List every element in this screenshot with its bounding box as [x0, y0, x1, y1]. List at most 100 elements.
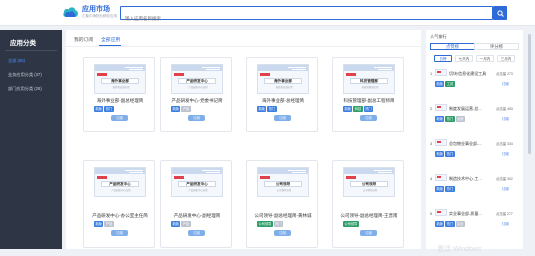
app-thumbnail: 产品研发中心 产品研发中心应用: [94, 167, 146, 197]
app-card[interactable]: 产品研发中心 产品研发中心应用 产品研发中心-办公室主任简 新版 产品 订阅: [83, 160, 155, 248]
subscribe-button[interactable]: 订阅: [188, 115, 205, 121]
thumbnail-header: [95, 168, 145, 174]
subscribe-link[interactable]: 订阅: [502, 186, 509, 191]
subscribe-button[interactable]: 订阅: [111, 230, 128, 236]
tag: 热门: [363, 106, 374, 112]
tag: 公司领导: [343, 221, 359, 227]
subscribe-button[interactable]: 订阅: [360, 115, 377, 121]
tag: 运营: [455, 116, 466, 122]
brand-badge: [346, 176, 356, 179]
tag: 实业: [455, 221, 466, 227]
thumbnail-stripe: [206, 69, 220, 70]
scrollbar-thumb[interactable]: [528, 34, 531, 154]
sidebar-divider: [5, 50, 57, 51]
thumbnail-stripe: [292, 69, 306, 70]
app-icon: [435, 104, 447, 111]
thumbnail-stripe: [125, 67, 143, 68]
view-count: 点击量 302: [496, 177, 513, 181]
app-title: 科技管理部-副总工程师简: [343, 98, 395, 103]
app-card[interactable]: 公司领导 公司领导应用 公司领导-副总经理简-王晋南 公司领导 订阅: [332, 160, 404, 248]
main-content: 我的订阅 全部应用 海外事业部 海外事业部应用 海外事业部-副总经理简 新版 热门…: [66, 30, 421, 249]
ranking-item[interactable]: 3 总包物业事业部-... 点击量 334 新版 热门 订阅: [430, 138, 520, 170]
thumbnail-stripe: [292, 172, 306, 173]
thumbnail-header: [344, 65, 394, 71]
tag-list: 新版 工具: [435, 81, 497, 87]
ranking-item[interactable]: 1 切块/信息化建设工具 点击量 273 新版 工具 订阅: [430, 68, 520, 100]
brand-badge: [174, 73, 184, 76]
ranking-item[interactable]: 5 实业事业部-质量... 点击量 277 新版 热门 实业 订阅: [430, 208, 520, 240]
app-icon: [435, 209, 447, 216]
subscribe-link[interactable]: 订阅: [502, 81, 509, 86]
sidebar-item-department[interactable]: 部门应用分类 (28): [0, 82, 62, 95]
subscribe-link[interactable]: 订阅: [502, 151, 509, 156]
app-card[interactable]: 产品研发中心 产品研发中心应用 产品研发中心-副经理简 新版 产品 订阅: [160, 160, 232, 248]
view-count: 点击量 273: [496, 72, 513, 76]
subscribe-button[interactable]: 订阅: [274, 230, 291, 236]
tag-list: 新版 热门: [435, 186, 497, 192]
tag: 热门: [104, 106, 114, 112]
period-month[interactable]: 一月内: [476, 55, 494, 62]
thumbnail-subtitle: 公司领导应用: [362, 189, 378, 192]
sidebar-item-business[interactable]: 业务应用分类 (37): [0, 68, 62, 81]
app-thumbnail: 海外事业部 海外事业部应用: [94, 64, 146, 94]
app-icon: [435, 174, 447, 181]
tag: 产品: [104, 221, 114, 227]
thumbnail-subtitle: 海外事业部应用: [112, 86, 130, 89]
tag: 新版: [171, 221, 181, 227]
ranking-app-name: 制度发展运营-总...: [449, 106, 482, 111]
thumbnail-header: [172, 168, 222, 174]
subscribe-link[interactable]: 订阅: [502, 116, 509, 121]
sidebar-item-all[interactable]: 全部 (65): [0, 54, 62, 67]
panel-title: 人气排行: [430, 34, 447, 39]
tag: 新版: [435, 116, 445, 122]
thumbnail-subtitle: 产品研发中心应用: [188, 189, 208, 192]
app-card[interactable]: 海外事业部 海外事业部应用 海外事业部-副总经理简 新版 热门 订阅: [83, 57, 155, 132]
tag: 新版: [435, 221, 445, 227]
app-icon: [435, 69, 447, 76]
search-input[interactable]: [121, 12, 492, 25]
tag: 新版: [171, 106, 181, 112]
tag-list: 新版 科技 热门: [343, 106, 399, 112]
app-card[interactable]: 产品研发中心 产品研发中心应用 产品研发中心-党委书记简 新版 产品 订阅: [160, 57, 232, 132]
subscribe-button[interactable]: 订阅: [360, 230, 377, 236]
rank-number: 3: [430, 142, 433, 146]
subscribe-button[interactable]: 订阅: [274, 115, 291, 121]
period-3months[interactable]: 三月内: [497, 55, 515, 62]
tag-list: 公司领导 热门: [257, 221, 313, 227]
thumbnail-stripe: [129, 172, 143, 173]
top-bar: 应用市场 汇聚中海物业精彩应用: [0, 0, 535, 26]
tag: 产品: [181, 221, 191, 227]
tag: 新版: [343, 106, 353, 112]
brand-badge: [260, 73, 270, 76]
app-icon: [435, 139, 447, 146]
tab-my-subscriptions[interactable]: 我的订阅: [74, 36, 93, 43]
thumbnail-stripe: [288, 170, 306, 171]
rank-number: 4: [430, 177, 433, 181]
thumbnail-stripe: [374, 67, 392, 68]
tag: 新版: [435, 151, 445, 157]
tag: 热门: [445, 151, 455, 157]
tab-likes-ranking[interactable]: 点赞榜: [430, 43, 475, 50]
subscribe-link[interactable]: 订阅: [502, 221, 509, 226]
search-button[interactable]: [493, 6, 507, 20]
subscribe-button[interactable]: 订阅: [188, 230, 205, 236]
search-icon: [496, 9, 504, 17]
ranking-item[interactable]: 4 制造技术中心-工... 点击量 302 新版 热门 订阅: [430, 173, 520, 205]
ranking-item[interactable]: 2 制度发展运营-总... 点击量 453 新版 热门 运营 订阅: [430, 103, 520, 135]
app-card[interactable]: 公司领导 公司领导应用 公司领导-副总经理简-黄林诚 公司领导 热门 订阅: [246, 160, 318, 248]
tag: 热门: [445, 186, 455, 192]
thumbnail-subtitle: 公司领导应用: [276, 189, 292, 192]
subscribe-button[interactable]: 订阅: [111, 115, 128, 121]
thumbnail-stripe: [288, 67, 306, 68]
app-card[interactable]: 海外事业部 海外事业部应用 海外事业部-总经理简 新版 热门 订阅: [246, 57, 318, 132]
category-sidebar: 应用分类 全部 (65) 业务应用分类 (37) 部门应用分类 (28): [0, 30, 62, 249]
app-card[interactable]: 科技管理部 科技管理部应用 科技管理部-副总工程师简 新版 科技 热门 订阅: [332, 57, 404, 132]
tab-rating-ranking[interactable]: 评分榜: [474, 43, 519, 50]
thumbnail-stripe: [378, 172, 392, 173]
period-7days[interactable]: 七天内: [455, 55, 473, 62]
tag-list: 新版 热门: [257, 106, 313, 112]
period-day[interactable]: 日榜: [434, 55, 452, 62]
tab-all-apps[interactable]: 全部应用: [101, 36, 120, 43]
search-box: [120, 6, 493, 25]
thumbnail-subtitle: 海外事业部应用: [275, 86, 293, 89]
